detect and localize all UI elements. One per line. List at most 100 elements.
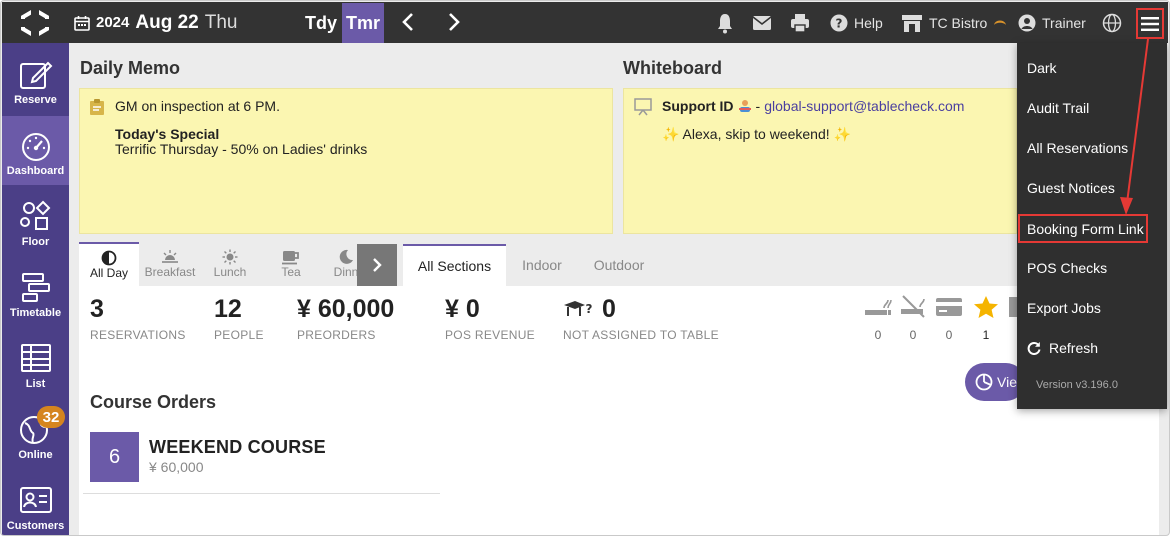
cup-icon [282, 251, 299, 265]
venue-name: TC Bistro [929, 15, 988, 31]
support-person-icon [738, 100, 751, 112]
tab-lunch[interactable]: Lunch [201, 242, 259, 286]
people-count: 12 [214, 295, 242, 323]
sidebar-item-customers[interactable]: Customers [2, 471, 69, 535]
whiteboard-note: ✨ Alexa, skip to weekend! ✨ [662, 126, 851, 142]
online-count-badge: 32 [37, 406, 65, 428]
credit-card-icon [936, 298, 962, 316]
sidebar-item-floor[interactable]: Floor [2, 187, 69, 256]
whiteboard-box[interactable]: Support ID - global-support@tablecheck.c… [623, 88, 1017, 234]
sidebar-item-reserve[interactable]: Reserve [2, 45, 69, 114]
view-button-label: Vie [997, 374, 1017, 390]
sidebar-item-timetable[interactable]: Timetable [2, 258, 69, 327]
bell-icon[interactable] [716, 12, 734, 34]
course-price: ¥ 60,000 [149, 459, 204, 475]
edit-icon [19, 61, 52, 89]
tab-tea[interactable]: Tea [263, 242, 319, 286]
smoking-icon [865, 299, 892, 315]
course-name[interactable]: WEEKEND COURSE [149, 437, 326, 458]
refresh-icon [1027, 342, 1041, 355]
language-globe-icon[interactable] [1102, 12, 1122, 34]
smoking-count: 0 [874, 328, 882, 342]
whiteboard-title: Whiteboard [623, 58, 722, 78]
preorders-label: PREORDERS [297, 328, 376, 342]
tab-all-day[interactable]: All Day [79, 242, 139, 286]
support-label: Support ID [662, 98, 734, 114]
previous-day-icon[interactable] [398, 11, 420, 33]
course-orders-title: Course Orders [90, 392, 217, 412]
sidebar-item-online[interactable]: 32 Online [2, 400, 69, 469]
support-email-link[interactable]: global-support@tablecheck.com [764, 98, 964, 114]
croissant-icon [994, 20, 1007, 25]
table-icon [20, 344, 51, 372]
menu-item-pos-checks[interactable]: POS Checks [1018, 248, 1166, 288]
hamburger-menu-button[interactable] [1136, 8, 1164, 39]
gauge-icon [21, 133, 50, 161]
support-separator: - [755, 98, 761, 114]
date-picker[interactable]: 2024 Aug 22 Thu [74, 2, 237, 43]
tablecheck-logo-icon[interactable] [20, 9, 50, 37]
half-circle-icon [101, 250, 117, 266]
no-smoking-count: 0 [909, 328, 917, 342]
tab-label: All Day [89, 266, 128, 280]
tab-label: Breakfast [144, 265, 196, 279]
tab-all-sections[interactable]: All Sections [403, 244, 506, 286]
today-button[interactable]: Tdy [300, 3, 342, 43]
sidebar-item-dashboard[interactable]: Dashboard [2, 116, 69, 185]
venue-selector[interactable]: TC Bistro [901, 12, 1007, 34]
star-icon [974, 296, 998, 318]
star-count: 1 [982, 328, 990, 342]
refresh-label: Refresh [1049, 340, 1099, 356]
hamburger-icon [1141, 16, 1159, 31]
menu-item-refresh[interactable]: Refresh [1018, 328, 1166, 368]
view-button[interactable]: Vie [965, 363, 1025, 401]
scroll-tabs-right-button[interactable] [357, 244, 397, 286]
menu-item-booking-form-link[interactable]: Booking Form Link [1018, 214, 1148, 243]
tab-indoor[interactable]: Indoor [512, 244, 572, 286]
people-label: PEOPLE [214, 328, 264, 342]
printer-icon[interactable] [790, 12, 810, 34]
tab-outdoor[interactable]: Outdoor [585, 244, 653, 286]
reservations-count: 3 [90, 295, 104, 323]
pie-chart-icon [975, 373, 993, 391]
tab-label: Tea [281, 265, 301, 279]
svg-text:?: ? [836, 17, 843, 31]
unassigned-label: NOT ASSIGNED TO TABLE [563, 328, 719, 342]
date-year: 2024 [96, 14, 130, 31]
user-label: Trainer [1042, 15, 1086, 31]
calendar-icon [74, 15, 90, 31]
memo-line: GM on inspection at 6 PM. [115, 98, 280, 114]
course-divider [83, 493, 440, 494]
mail-icon[interactable] [752, 12, 772, 34]
special-text: Terrific Thursday - 50% on Ladies' drink… [115, 141, 368, 157]
pos-revenue-value: ¥ 0 [445, 295, 480, 323]
daily-memo-title: Daily Memo [80, 58, 181, 78]
moon-icon [339, 249, 353, 264]
sidebar-item-label: Floor [21, 236, 50, 248]
menu-item-export-jobs[interactable]: Export Jobs [1018, 288, 1166, 328]
reservations-label: RESERVATIONS [90, 328, 186, 342]
chevron-right-icon [373, 258, 382, 272]
tomorrow-button[interactable]: Tmr [342, 3, 384, 43]
no-smoking-icon [901, 295, 925, 318]
store-icon [902, 15, 922, 32]
daily-memo-box[interactable]: GM on inspection at 6 PM. Today's Specia… [79, 88, 613, 234]
top-bar: 2024 Aug 22 Thu Tdy Tmr ? Help TC Bistro… [2, 2, 1168, 43]
user-menu[interactable]: Trainer [1018, 12, 1086, 34]
shapes-icon [19, 200, 50, 230]
support-line: Support ID - global-support@tablecheck.c… [662, 98, 964, 114]
help-button[interactable]: ? Help [830, 12, 883, 34]
sidebar-item-list[interactable]: List [2, 329, 69, 398]
timetable-icon [21, 273, 50, 302]
sidebar-item-label: List [25, 378, 46, 390]
next-day-icon[interactable] [442, 11, 464, 33]
tab-breakfast[interactable]: Breakfast [141, 242, 199, 286]
sidebar-item-label: Customers [6, 520, 65, 532]
special-title: Today's Special [115, 126, 220, 142]
clipboard-icon [90, 99, 104, 115]
sidebar: Reserve Dashboard Floor Timetable List 3… [2, 43, 69, 535]
sidebar-item-label: Reserve [14, 94, 57, 106]
help-label: Help [854, 15, 883, 31]
id-card-icon [19, 487, 52, 513]
partial-icon [1009, 297, 1017, 317]
